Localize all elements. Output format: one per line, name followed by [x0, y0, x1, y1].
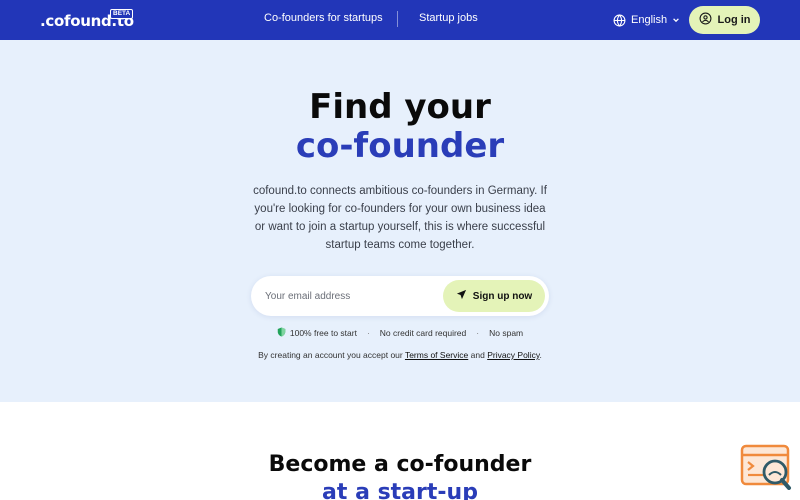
privacy-policy-link[interactable]: Privacy Policy	[487, 350, 539, 360]
send-icon	[456, 289, 467, 303]
nav-divider	[397, 11, 398, 27]
signup-form: Sign up now	[251, 276, 549, 316]
terms-prefix: By creating an account you accept our	[258, 350, 403, 360]
feature-separator: ·	[476, 328, 480, 338]
feature-free-label: 100% free to start	[289, 328, 357, 338]
hero-title-line1: Find your	[309, 87, 491, 127]
beta-badge: BETA	[110, 9, 134, 19]
signup-label: Sign up now	[472, 290, 533, 302]
section2-title-line2: at a start-up	[322, 480, 478, 500]
feature-list: 100% free to start · No credit card requ…	[0, 327, 800, 339]
section2-title-line1: Become a co-founder	[268, 452, 532, 477]
shield-icon	[277, 327, 286, 339]
email-input[interactable]	[265, 287, 435, 305]
hero-section: Find your co-founder cofound.to connects…	[0, 40, 800, 402]
user-circle-icon	[699, 12, 712, 28]
feature-no-spam: No spam	[489, 328, 524, 338]
chevron-down-icon	[672, 16, 680, 24]
language-selector[interactable]: English	[613, 12, 680, 28]
hero-title-line2: co-founder	[295, 126, 505, 166]
language-label: English	[631, 14, 668, 26]
login-button[interactable]: Log in	[689, 6, 760, 34]
hero-description: cofound.to connects ambitious co-founder…	[253, 185, 547, 251]
top-navbar: .cofound.to BETA Co-founders for startup…	[0, 0, 800, 40]
terms-and: and	[470, 350, 485, 360]
signup-button[interactable]: Sign up now	[443, 280, 545, 312]
terms-suffix: .	[539, 350, 542, 360]
feature-separator: ·	[366, 328, 370, 338]
globe-icon	[613, 13, 626, 27]
terms-notice: By creating an account you accept our Te…	[0, 350, 800, 360]
terms-of-service-link[interactable]: Terms of Service	[405, 350, 468, 360]
login-label: Log in	[717, 14, 751, 26]
nav-link-cofounders[interactable]: Co-founders for startups	[264, 12, 383, 24]
feature-no-credit-card: No credit card required	[379, 328, 467, 338]
feature-free: 100% free to start	[277, 327, 357, 339]
help-widget-icon[interactable]	[740, 444, 792, 490]
nav-link-startup-jobs[interactable]: Startup jobs	[419, 12, 478, 24]
